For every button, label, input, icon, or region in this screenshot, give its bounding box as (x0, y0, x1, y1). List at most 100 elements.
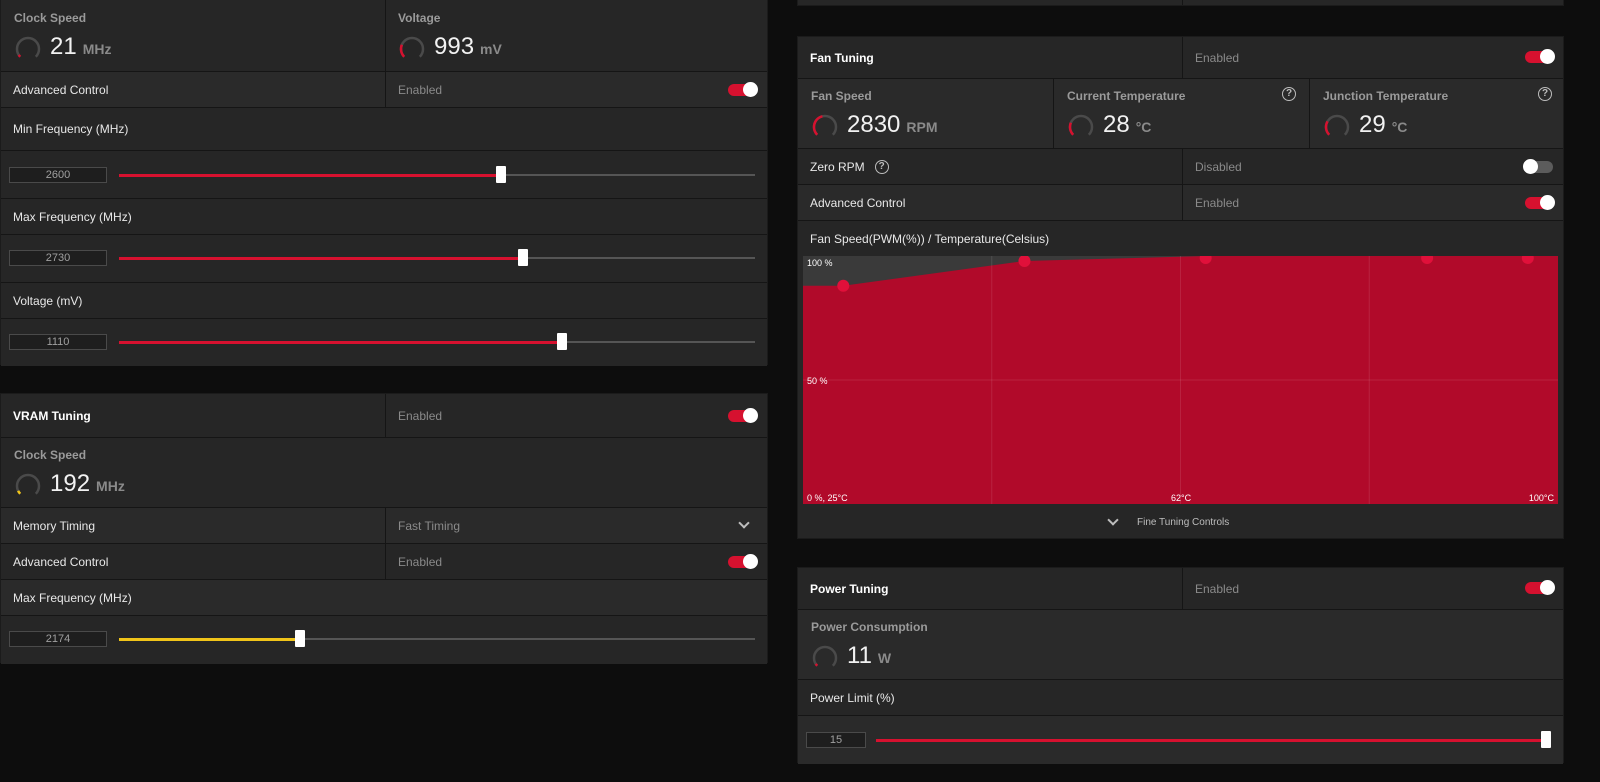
junction-temperature-gauge (1324, 114, 1350, 136)
x-tick-right: 100°C (1528, 493, 1554, 503)
current-temperature-unit: °C (1135, 119, 1152, 135)
vram-max-frequency-label-row: Max Frequency (MHz) (1, 580, 767, 616)
y-tick-mid: 50 % (807, 376, 828, 386)
max-frequency-label-row: Max Frequency (MHz) (1, 199, 767, 235)
gauge-level (1068, 122, 1075, 136)
power-consumption-gauge (812, 645, 838, 667)
junction-temperature-help-icon[interactable]: ? (1538, 87, 1552, 101)
fan-curve-title: Fan Speed(PWM(%)) / Temperature(Celsius) (810, 232, 1050, 246)
power-consumption-unit: W (877, 650, 892, 666)
min-frequency-slider[interactable] (119, 166, 755, 183)
fan-advanced-control-row: Advanced Control Enabled (798, 185, 1563, 221)
vram-tuning-toggle[interactable] (728, 408, 758, 423)
gpu-voltage-gauge (399, 36, 425, 58)
gauge-level (399, 44, 406, 58)
power-title: Power Tuning (810, 581, 889, 596)
max-frequency-label: Max Frequency (MHz) (13, 209, 132, 224)
fan-speed-gauge (812, 114, 838, 136)
current-temperature-help-icon[interactable]: ? (1282, 87, 1296, 101)
gpu-voltage-value: 993 (434, 33, 475, 60)
power-tuning-toggle[interactable] (1525, 580, 1555, 595)
vram-max-frequency-label: Max Frequency (MHz) (13, 590, 132, 605)
gpu-clock-value: 21 (50, 33, 77, 60)
fan-curve-chart[interactable]: 100 % 50 % 0 %, 25°C 62°C 100°C (803, 256, 1558, 504)
gpu-tuning-panel: Clock Speed 21 MHz Voltage 993 mV Advanced… (0, 0, 768, 366)
power-consumption-value-wrap: 11 W (847, 642, 891, 670)
fan-speed-stat: Fan Speed 2830 RPM (811, 89, 1051, 144)
fan-tuning-toggle[interactable] (1525, 49, 1555, 64)
voltage-slider-thumb[interactable] (557, 333, 568, 350)
current-temperature-gauge (1068, 114, 1094, 136)
power-limit-label: Power Limit (%) (810, 690, 895, 705)
min-frequency-input[interactable]: 2600 (9, 167, 107, 183)
fan-advanced-control-toggle[interactable] (1525, 195, 1555, 210)
junction-temperature-value-wrap: 29 °C (1359, 111, 1407, 139)
gpu-voltage-stat: Voltage 993 mV (398, 11, 758, 66)
vram-max-frequency-slider-thumb[interactable] (294, 630, 305, 647)
max-frequency-input[interactable]: 2730 (9, 250, 107, 266)
fan-speed-value-wrap: 2830 RPM (847, 111, 938, 139)
gauge-track (1068, 114, 1094, 136)
vram-title: VRAM Tuning (13, 408, 91, 423)
power-limit-slider[interactable] (876, 731, 1551, 748)
zero-rpm-state: Disabled (1195, 159, 1242, 174)
zero-rpm-label: Zero RPM (810, 159, 865, 174)
min-frequency-label: Min Frequency (MHz) (13, 122, 129, 136)
power-consumption-title: Power Consumption (811, 620, 928, 634)
gpu-advanced-control-state: Enabled (398, 82, 443, 97)
zero-rpm-toggle[interactable] (1523, 159, 1553, 174)
fan-curve-svg[interactable] (803, 256, 1558, 504)
junction-temperature-stat: Junction Temperature 29 °C (1323, 89, 1553, 144)
fan-advanced-control-state: Enabled (1195, 195, 1240, 210)
fine-tuning-controls-button[interactable]: Fine Tuning Controls (798, 507, 1563, 537)
fine-tuning-controls-label: Fine Tuning Controls (1137, 517, 1230, 528)
voltage-label-row: Voltage (mV) (1, 283, 767, 319)
gpu-voltage-unit: mV (480, 41, 502, 57)
power-limit-input[interactable]: 15 (806, 732, 866, 748)
voltage-label: Voltage (mV) (13, 293, 83, 308)
max-frequency-slider[interactable] (119, 249, 755, 266)
cut-off-panel (797, 0, 1564, 6)
vram-clock-value: 192 (50, 470, 91, 497)
gauge-track (812, 645, 838, 667)
fan-state: Enabled (1195, 50, 1240, 65)
voltage-input[interactable]: 1110 (9, 334, 107, 350)
vram-clock-unit: MHz (96, 478, 125, 494)
memory-timing-row: Memory Timing Fast Timing (1, 508, 767, 544)
fan-title: Fan Tuning (810, 50, 874, 65)
gauge-track (15, 473, 41, 495)
vram-header-row: VRAM Tuning Enabled (1, 394, 767, 438)
gauge-level (812, 115, 823, 136)
zero-rpm-row: Zero RPM? Disabled (798, 149, 1563, 185)
gpu-advanced-control-row: Advanced Control Enabled (1, 72, 767, 108)
power-limit-label-row: Power Limit (%) (798, 680, 1563, 716)
x-tick-origin: 0 %, 25°C (807, 493, 848, 503)
gauge-level (814, 663, 819, 667)
max-frequency-slider-row: 2730 (1, 235, 767, 283)
vram-advanced-control-toggle[interactable] (728, 554, 758, 569)
fan-stats-row: Fan Speed 2830 RPM Current Temperature 28… (798, 79, 1563, 149)
fan-curve-point[interactable] (837, 279, 850, 292)
min-frequency-slider-thumb[interactable] (495, 166, 506, 183)
voltage-slider[interactable] (119, 333, 755, 350)
current-temperature-stat: Current Temperature 28 °C (1067, 89, 1307, 144)
memory-timing-value: Fast Timing (398, 518, 461, 533)
memory-timing-select[interactable]: Fast Timing (386, 508, 768, 543)
power-limit-slider-thumb[interactable] (1541, 731, 1551, 748)
vram-advanced-control-state: Enabled (398, 554, 443, 569)
min-frequency-label-row: Min Frequency (MHz) (1, 108, 767, 151)
vram-max-frequency-slider[interactable] (119, 630, 755, 647)
gpu-advanced-control-toggle[interactable] (728, 82, 758, 97)
gpu-voltage-title: Voltage (398, 11, 441, 25)
max-frequency-slider-thumb[interactable] (517, 249, 528, 266)
fan-speed-unit: RPM (906, 119, 938, 135)
vram-tuning-panel: VRAM Tuning Enabled Clock Speed 192 MHz M… (0, 393, 768, 664)
vram-clock-value-wrap: 192 MHz (50, 470, 125, 498)
vram-stats-row: Clock Speed 192 MHz (1, 438, 767, 508)
power-limit-slider-row: 15 (798, 716, 1563, 764)
fan-curve-title-row: Fan Speed(PWM(%)) / Temperature(Celsius) (798, 221, 1563, 257)
gpu-voltage-value-wrap: 993 mV (434, 33, 502, 61)
vram-max-frequency-input[interactable]: 2174 (9, 631, 107, 647)
zero-rpm-help-icon[interactable]: ? (874, 159, 889, 174)
gauge-level (16, 490, 22, 495)
